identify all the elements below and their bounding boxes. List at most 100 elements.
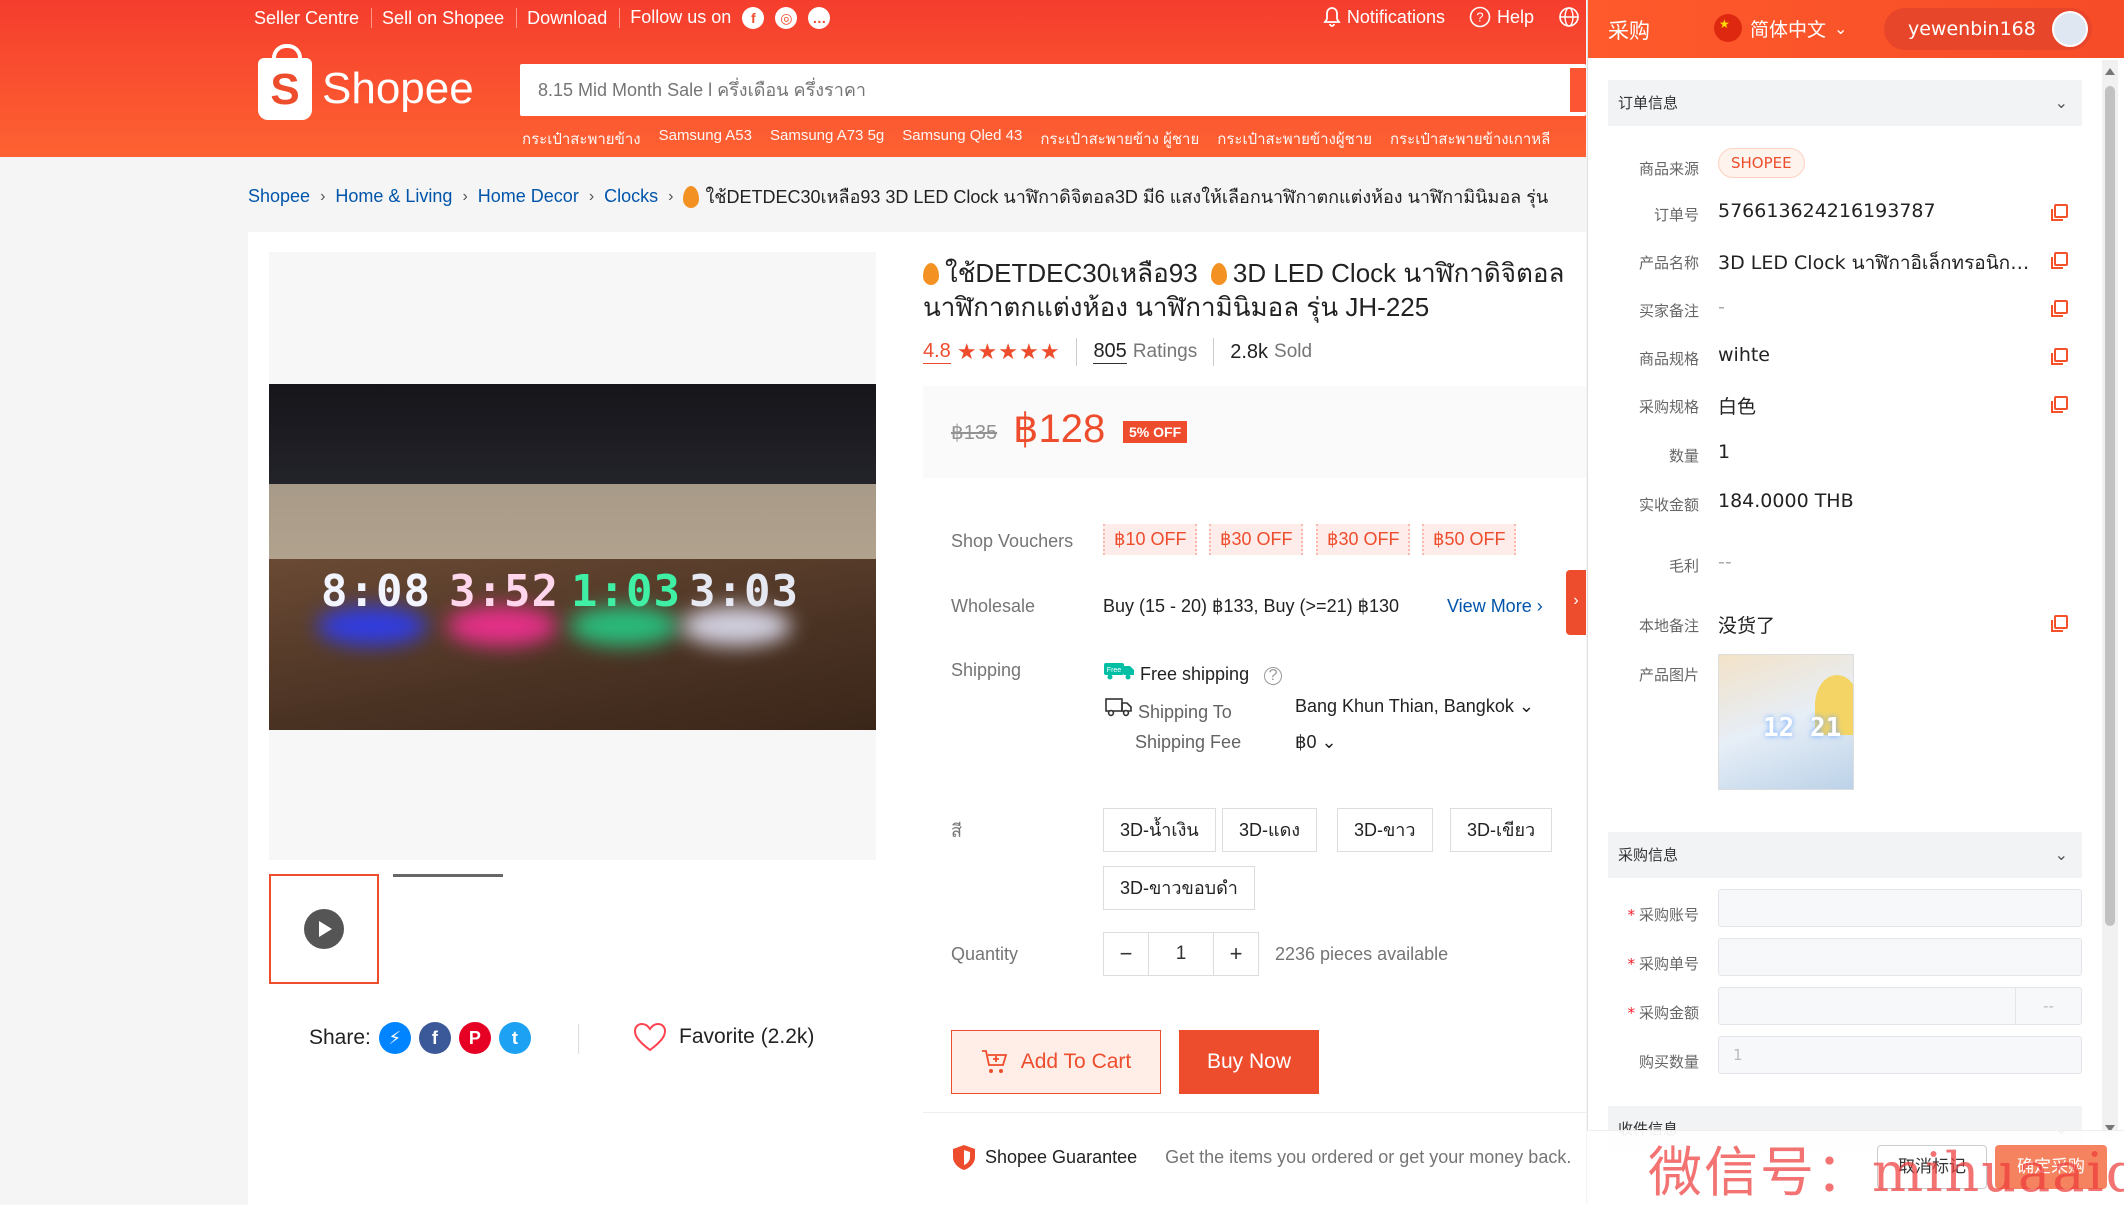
hot-word[interactable]: Samsung A53 — [659, 127, 752, 151]
help-icon: ? — [1469, 6, 1491, 28]
rating-value[interactable]: 4.8 — [923, 340, 951, 364]
stock-available: 2236 pieces available — [1275, 944, 1449, 964]
voucher-chip[interactable]: ฿10 OFF — [1103, 524, 1198, 555]
download-link[interactable]: Download — [527, 8, 621, 28]
product-photo: 8:08 3:52 1:03 3:03 — [269, 384, 876, 730]
facebook-icon[interactable]: f — [742, 7, 765, 29]
language-select[interactable]: 简体中文 ⌄ — [1714, 14, 1847, 42]
shop-vouchers-label: Shop Vouchers — [951, 531, 1074, 551]
color-option[interactable]: 3D-ขาว — [1337, 808, 1433, 852]
search-input[interactable] — [520, 64, 1560, 116]
purchase-info-header[interactable]: 采购信息 ⌄ — [1608, 832, 2082, 878]
purchase-amount-input[interactable]: -- — [1718, 987, 2082, 1025]
shipping-location-select[interactable]: Bang Khun Thian, Bangkok ⌄ — [1295, 696, 1534, 717]
copy-icon[interactable] — [2051, 204, 2068, 221]
copy-icon[interactable] — [2051, 348, 2068, 365]
panel-scrollbar[interactable] — [2102, 60, 2118, 1140]
guarantee-title: Shopee Guarantee — [985, 1146, 1138, 1167]
username: yewenbin168 — [1908, 18, 2036, 40]
voucher-chip[interactable]: ฿30 OFF — [1209, 524, 1304, 555]
question-icon[interactable]: ? — [1264, 667, 1283, 685]
copy-icon[interactable] — [2051, 615, 2068, 632]
share-row: Share: ⚡ f P t — [309, 1022, 531, 1054]
shipping-fee-label: Shipping Fee — [1135, 732, 1242, 752]
ratings-label: Ratings — [1132, 341, 1198, 362]
quantity-input[interactable]: 1 — [1148, 933, 1214, 975]
add-to-cart-label: Add To Cart — [1020, 1050, 1132, 1073]
title-part: ใช้DETDEC30เหลือ93 — [945, 258, 1198, 288]
svg-text:?: ? — [1476, 10, 1483, 25]
hot-word[interactable]: กระเป๋าสะพายข้าง ผู้ชาย — [1040, 127, 1199, 151]
hot-word[interactable]: Samsung A73 5g — [770, 127, 884, 151]
hot-word[interactable]: กระเป๋าสะพายข้าง — [522, 127, 641, 151]
user-menu[interactable]: yewenbin168 — [1884, 8, 2092, 50]
add-to-cart-button[interactable]: Add To Cart — [951, 1030, 1161, 1094]
color-option[interactable]: 3D-แดง — [1222, 808, 1318, 852]
order-info-header[interactable]: 订单信息 ⌄ — [1608, 80, 2082, 126]
breadcrumb-home-living[interactable]: Home & Living — [335, 186, 452, 207]
shopee-bag-icon: S — [258, 44, 312, 120]
shipping-fee-select[interactable]: ฿0 ⌄ — [1295, 732, 1337, 753]
copy-icon[interactable] — [2051, 300, 2068, 317]
messenger-icon[interactable]: ⚡ — [378, 1022, 411, 1054]
currency-suffix[interactable]: -- — [2015, 988, 2081, 1024]
watermark: 微信号：mihuaaidc — [1648, 1141, 2124, 1204]
copy-icon[interactable] — [2051, 396, 2068, 413]
flame-icon — [923, 263, 939, 285]
instagram-icon[interactable]: ◎ — [775, 7, 798, 29]
language-label: 简体中文 — [1750, 18, 1827, 41]
cart-icon — [981, 1050, 1007, 1073]
view-more-link[interactable]: View More › — [1447, 596, 1543, 617]
stats-divider — [1213, 338, 1215, 366]
field-key: * 采购单号 — [1627, 953, 1699, 974]
color-option[interactable]: 3D-ขาวขอบดำ — [1103, 866, 1255, 910]
breadcrumb-clocks[interactable]: Clocks — [604, 186, 658, 207]
product-media[interactable]: 8:08 3:52 1:03 3:03 — [269, 252, 876, 860]
pinterest-icon[interactable]: P — [458, 1022, 491, 1054]
seller-centre-link[interactable]: Seller Centre — [254, 8, 373, 28]
field-key: 商品来源 — [1638, 160, 1699, 178]
purchase-order-no-input[interactable] — [1718, 938, 2082, 976]
hot-word[interactable]: Samsung Qled 43 — [902, 127, 1022, 151]
facebook-icon[interactable]: f — [418, 1022, 451, 1054]
side-expand-tab[interactable]: › — [1566, 570, 1586, 635]
scroll-thumb[interactable] — [2105, 86, 2115, 926]
notifications-link[interactable]: Notifications — [1323, 7, 1445, 28]
field-key-text: 采购账号 — [1638, 906, 1699, 924]
twitter-icon[interactable]: t — [498, 1022, 531, 1054]
ratings-count[interactable]: 805 — [1093, 340, 1127, 364]
voucher-chip[interactable]: ฿50 OFF — [1422, 524, 1517, 555]
breadcrumb-home-decor[interactable]: Home Decor — [478, 186, 579, 207]
heart-icon — [633, 1022, 667, 1052]
video-thumbnail[interactable] — [269, 874, 379, 984]
shipping-to-label: Shipping To — [1138, 702, 1232, 722]
help-link[interactable]: ? Help — [1469, 6, 1534, 28]
purchase-quantity-input[interactable]: 1 — [1718, 1036, 2082, 1074]
color-option[interactable]: 3D-น้ำเงิน — [1103, 808, 1216, 852]
purchase-plugin-panel: 采购 简体中文 ⌄ yewenbin168 订单信息 ⌄ 商品来源 SHOPEE… — [1587, 0, 2124, 1205]
breadcrumb-shopee[interactable]: Shopee — [248, 186, 310, 207]
purchase-account-input[interactable] — [1718, 889, 2082, 927]
scroll-up-icon[interactable] — [2105, 68, 2115, 75]
color-option[interactable]: 3D-เขียว — [1450, 808, 1553, 852]
line-icon[interactable]: … — [808, 7, 831, 29]
panel-header: 采购 简体中文 ⌄ yewenbin168 — [1588, 0, 2124, 58]
hot-word[interactable]: กระเป๋าสะพายข้างผู้ชาย — [1217, 127, 1372, 151]
shopee-logo[interactable]: S Shopee — [258, 44, 474, 120]
sell-on-shopee-link[interactable]: Sell on Shopee — [382, 8, 518, 28]
increase-button[interactable]: + — [1214, 933, 1258, 975]
favorite-button[interactable]: Favorite (2.2k) — [578, 1022, 814, 1054]
search-button[interactable] — [1570, 68, 1586, 112]
image-thumbnail[interactable] — [393, 874, 503, 877]
hot-word[interactable]: กระเป๋าสะพายข้างเกาหลี — [1390, 127, 1550, 151]
chevron-down-icon: ⌄ — [2054, 845, 2068, 864]
buy-now-button[interactable]: Buy Now — [1179, 1030, 1319, 1094]
language-globe[interactable] — [1558, 6, 1586, 28]
copy-icon[interactable] — [2051, 252, 2068, 269]
chevron-down-icon: ⌄ — [2054, 93, 2068, 112]
chevron-right-icon: › — [320, 187, 326, 205]
original-price: ฿135 — [951, 422, 998, 444]
decrease-button[interactable]: − — [1104, 933, 1148, 975]
product-image-preview[interactable]: 12 21 — [1718, 654, 1854, 790]
voucher-chip[interactable]: ฿30 OFF — [1316, 524, 1411, 555]
